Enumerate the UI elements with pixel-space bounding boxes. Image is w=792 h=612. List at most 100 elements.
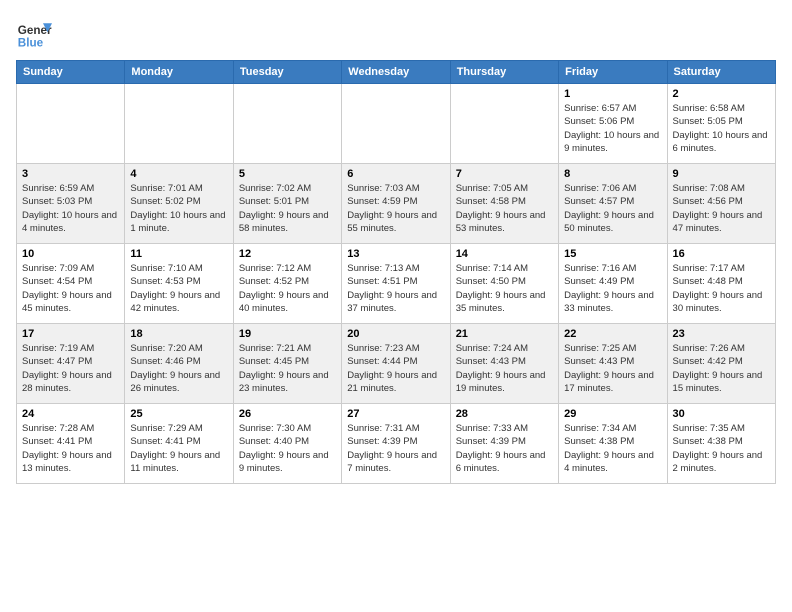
calendar-week-5: 24Sunrise: 7:28 AM Sunset: 4:41 PM Dayli…: [17, 404, 776, 484]
col-header-tuesday: Tuesday: [233, 61, 341, 84]
calendar-cell: 24Sunrise: 7:28 AM Sunset: 4:41 PM Dayli…: [17, 404, 125, 484]
col-header-monday: Monday: [125, 61, 233, 84]
calendar-cell: 13 Sunrise: 7:13 AM Sunset: 4:51 PM Dayli…: [342, 244, 450, 324]
day-info: Sunrise: 7:12 AM Sunset: 4:52 PM Dayligh…: [239, 262, 336, 315]
day-number: 3: [22, 168, 119, 180]
day-number: 6: [347, 168, 444, 180]
day-info: Sunrise: 7:34 AM Sunset: 4:38 PM Dayligh…: [564, 422, 661, 475]
day-info: Sunrise: 7:17 AM Sunset: 4:48 PM Dayligh…: [673, 262, 770, 315]
calendar-cell: 19Sunrise: 7:21 AM Sunset: 4:45 PM Dayli…: [233, 324, 341, 404]
calendar-cell: 8 Sunrise: 7:06 AM Sunset: 4:57 PM Daylig…: [559, 164, 667, 244]
day-info: Sunrise: 7:23 AM Sunset: 4:44 PM Dayligh…: [347, 342, 444, 395]
day-info: Sunrise: 7:33 AM Sunset: 4:39 PM Dayligh…: [456, 422, 553, 475]
svg-text:Blue: Blue: [18, 37, 44, 50]
day-info: Sunrise: 7:19 AM Sunset: 4:47 PM Dayligh…: [22, 342, 119, 395]
calendar-cell: 17 Sunrise: 7:19 AM Sunset: 4:47 PM Dayli…: [17, 324, 125, 404]
day-number: 13: [347, 248, 444, 260]
calendar-cell: 16 Sunrise: 7:17 AM Sunset: 4:48 PM Dayli…: [667, 244, 775, 324]
page-header: General Blue: [16, 16, 776, 52]
day-number: 20: [347, 328, 444, 340]
calendar-cell: 14 Sunrise: 7:14 AM Sunset: 4:50 PM Dayli…: [450, 244, 558, 324]
day-number: 1: [564, 88, 661, 100]
calendar-week-4: 17 Sunrise: 7:19 AM Sunset: 4:47 PM Dayli…: [17, 324, 776, 404]
day-number: 2: [673, 88, 770, 100]
calendar-cell: 3 Sunrise: 6:59 AM Sunset: 5:03 PM Daylig…: [17, 164, 125, 244]
calendar-week-2: 3 Sunrise: 6:59 AM Sunset: 5:03 PM Daylig…: [17, 164, 776, 244]
day-number: 23: [673, 328, 770, 340]
day-number: 30: [673, 408, 770, 420]
calendar-cell: 23 Sunrise: 7:26 AM Sunset: 4:42 PM Dayli…: [667, 324, 775, 404]
calendar-cell: 18 Sunrise: 7:20 AM Sunset: 4:46 PM Dayli…: [125, 324, 233, 404]
day-number: 25: [130, 408, 227, 420]
calendar-table: SundayMondayTuesdayWednesdayThursdayFrid…: [16, 60, 776, 484]
day-info: Sunrise: 6:58 AM Sunset: 5:05 PM Dayligh…: [673, 102, 770, 155]
day-info: Sunrise: 7:05 AM Sunset: 4:58 PM Dayligh…: [456, 182, 553, 235]
day-number: 15: [564, 248, 661, 260]
col-header-friday: Friday: [559, 61, 667, 84]
day-info: Sunrise: 7:20 AM Sunset: 4:46 PM Dayligh…: [130, 342, 227, 395]
calendar-cell: [17, 84, 125, 164]
day-info: Sunrise: 7:31 AM Sunset: 4:39 PM Dayligh…: [347, 422, 444, 475]
day-number: 27: [347, 408, 444, 420]
calendar-cell: 20 Sunrise: 7:23 AM Sunset: 4:44 PM Dayli…: [342, 324, 450, 404]
day-number: 29: [564, 408, 661, 420]
day-number: 5: [239, 168, 336, 180]
day-number: 22: [564, 328, 661, 340]
calendar-cell: 15 Sunrise: 7:16 AM Sunset: 4:49 PM Dayli…: [559, 244, 667, 324]
calendar-cell: [342, 84, 450, 164]
calendar-cell: 27 Sunrise: 7:31 AM Sunset: 4:39 PM Dayli…: [342, 404, 450, 484]
calendar-cell: 25Sunrise: 7:29 AM Sunset: 4:41 PM Dayli…: [125, 404, 233, 484]
day-info: Sunrise: 7:16 AM Sunset: 4:49 PM Dayligh…: [564, 262, 661, 315]
day-info: Sunrise: 7:03 AM Sunset: 4:59 PM Dayligh…: [347, 182, 444, 235]
day-info: Sunrise: 7:26 AM Sunset: 4:42 PM Dayligh…: [673, 342, 770, 395]
day-number: 7: [456, 168, 553, 180]
calendar-header-row: SundayMondayTuesdayWednesdayThursdayFrid…: [17, 61, 776, 84]
calendar-cell: 28 Sunrise: 7:33 AM Sunset: 4:39 PM Dayli…: [450, 404, 558, 484]
day-info: Sunrise: 7:24 AM Sunset: 4:43 PM Dayligh…: [456, 342, 553, 395]
calendar-cell: 5 Sunrise: 7:02 AM Sunset: 5:01 PM Daylig…: [233, 164, 341, 244]
day-number: 8: [564, 168, 661, 180]
col-header-saturday: Saturday: [667, 61, 775, 84]
day-info: Sunrise: 7:14 AM Sunset: 4:50 PM Dayligh…: [456, 262, 553, 315]
calendar-cell: 6 Sunrise: 7:03 AM Sunset: 4:59 PM Daylig…: [342, 164, 450, 244]
day-info: Sunrise: 7:10 AM Sunset: 4:53 PM Dayligh…: [130, 262, 227, 315]
calendar-cell: 7 Sunrise: 7:05 AM Sunset: 4:58 PM Daylig…: [450, 164, 558, 244]
logo: General Blue: [16, 16, 52, 52]
day-info: Sunrise: 7:13 AM Sunset: 4:51 PM Dayligh…: [347, 262, 444, 315]
logo-icon: General Blue: [16, 16, 52, 52]
calendar-cell: 1 Sunrise: 6:57 AM Sunset: 5:06 PM Daylig…: [559, 84, 667, 164]
day-number: 28: [456, 408, 553, 420]
day-info: Sunrise: 6:57 AM Sunset: 5:06 PM Dayligh…: [564, 102, 661, 155]
day-info: Sunrise: 7:08 AM Sunset: 4:56 PM Dayligh…: [673, 182, 770, 235]
day-info: Sunrise: 7:28 AM Sunset: 4:41 PM Dayligh…: [22, 422, 119, 475]
col-header-wednesday: Wednesday: [342, 61, 450, 84]
calendar-cell: 21Sunrise: 7:24 AM Sunset: 4:43 PM Dayli…: [450, 324, 558, 404]
col-header-thursday: Thursday: [450, 61, 558, 84]
day-number: 14: [456, 248, 553, 260]
day-info: Sunrise: 7:30 AM Sunset: 4:40 PM Dayligh…: [239, 422, 336, 475]
day-number: 12: [239, 248, 336, 260]
day-info: Sunrise: 7:06 AM Sunset: 4:57 PM Dayligh…: [564, 182, 661, 235]
day-info: Sunrise: 7:02 AM Sunset: 5:01 PM Dayligh…: [239, 182, 336, 235]
day-info: Sunrise: 7:21 AM Sunset: 4:45 PM Dayligh…: [239, 342, 336, 395]
day-number: 17: [22, 328, 119, 340]
day-info: Sunrise: 7:35 AM Sunset: 4:38 PM Dayligh…: [673, 422, 770, 475]
day-info: Sunrise: 6:59 AM Sunset: 5:03 PM Dayligh…: [22, 182, 119, 235]
calendar-cell: 4Sunrise: 7:01 AM Sunset: 5:02 PM Daylig…: [125, 164, 233, 244]
day-info: Sunrise: 7:01 AM Sunset: 5:02 PM Dayligh…: [130, 182, 227, 235]
calendar-cell: [450, 84, 558, 164]
calendar-week-1: 1 Sunrise: 6:57 AM Sunset: 5:06 PM Daylig…: [17, 84, 776, 164]
day-number: 16: [673, 248, 770, 260]
day-number: 18: [130, 328, 227, 340]
day-number: 10: [22, 248, 119, 260]
calendar-cell: 26 Sunrise: 7:30 AM Sunset: 4:40 PM Dayli…: [233, 404, 341, 484]
calendar-cell: [125, 84, 233, 164]
calendar-cell: 12 Sunrise: 7:12 AM Sunset: 4:52 PM Dayli…: [233, 244, 341, 324]
calendar-week-3: 10Sunrise: 7:09 AM Sunset: 4:54 PM Dayli…: [17, 244, 776, 324]
calendar-cell: 9 Sunrise: 7:08 AM Sunset: 4:56 PM Daylig…: [667, 164, 775, 244]
day-info: Sunrise: 7:25 AM Sunset: 4:43 PM Dayligh…: [564, 342, 661, 395]
day-number: 9: [673, 168, 770, 180]
day-number: 26: [239, 408, 336, 420]
calendar-cell: 2 Sunrise: 6:58 AM Sunset: 5:05 PM Daylig…: [667, 84, 775, 164]
col-header-sunday: Sunday: [17, 61, 125, 84]
